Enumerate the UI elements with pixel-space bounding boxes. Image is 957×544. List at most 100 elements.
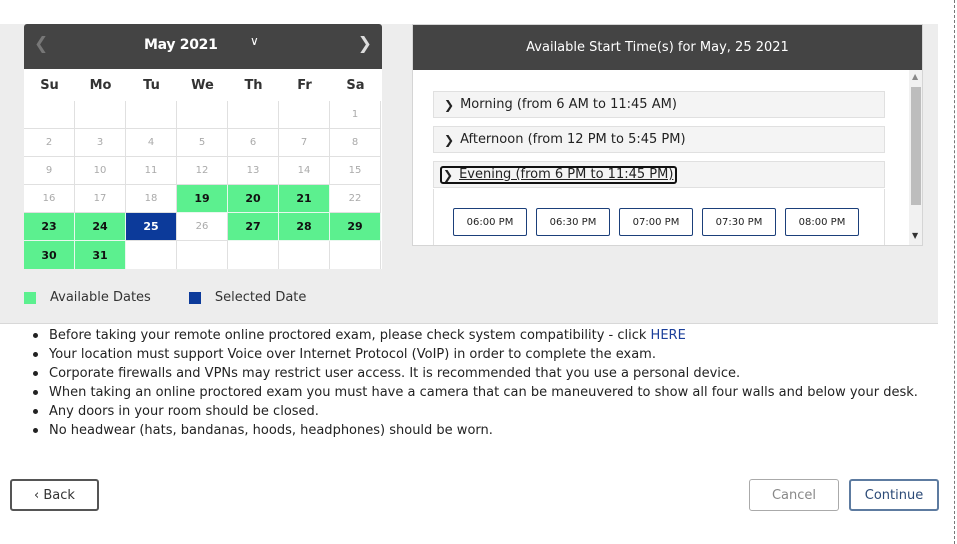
- calendar-grid: Su Mo Tu We Th Fr Sa 1 2 3 4 5 6 7 8 9 10 11 12 13 14 15 16 17…: [24, 69, 382, 269]
- page-border-dashed: [954, 0, 955, 544]
- accordion-evening[interactable]: ❯ Evening (from 6 PM to 11:45 PM): [433, 161, 885, 188]
- calendar-week: 1: [24, 101, 382, 129]
- cancel-button[interactable]: Cancel: [749, 479, 839, 511]
- chevron-right-icon: ❯: [444, 97, 455, 112]
- calendar-day[interactable]: 25: [126, 213, 177, 241]
- note-text: Before taking your remote online proctor…: [49, 328, 647, 343]
- calendar-day[interactable]: 21: [279, 185, 330, 213]
- time-slot-button[interactable]: 08:00 PM: [785, 208, 859, 236]
- time-slot-button[interactable]: 06:30 PM: [536, 208, 610, 236]
- selected-swatch: [188, 291, 201, 304]
- calendar-day: 3: [75, 129, 126, 157]
- calendar-day[interactable]: 27: [228, 213, 279, 241]
- calendar-day: 1: [330, 101, 381, 129]
- weekday-row: Su Mo Tu We Th Fr Sa: [24, 69, 382, 101]
- weekday-label: Sa: [346, 77, 365, 93]
- weekday-label: Th: [244, 77, 263, 93]
- calendar-empty-cell: [177, 241, 228, 269]
- list-item: Before taking your remote online proctor…: [30, 326, 918, 345]
- calendar-day: 16: [24, 185, 75, 213]
- time-panel: Available Start Time(s) for May, 25 2021…: [412, 24, 923, 246]
- accordion-evening-label: Evening (from 6 PM to 11:45 PM): [459, 167, 674, 182]
- calendar-day[interactable]: 23: [24, 213, 75, 241]
- calendar-day[interactable]: 24: [75, 213, 126, 241]
- calendar-weeks: 1 2 3 4 5 6 7 8 9 10 11 12 13 14 15 16 17 18 19 20 21 22 23 24 2…: [24, 101, 382, 269]
- calendar-day: 6: [228, 129, 279, 157]
- calendar-empty-cell: [228, 101, 279, 129]
- available-swatch: [24, 291, 36, 304]
- weekday-label: Mo: [89, 77, 112, 93]
- calendar-day: 15: [330, 157, 381, 185]
- calendar-day[interactable]: 20: [228, 185, 279, 213]
- scroll-down-icon[interactable]: ▼: [912, 231, 918, 240]
- weekday-label: We: [191, 77, 214, 93]
- weekday-label: Fr: [297, 77, 312, 93]
- accordion-afternoon-label: Afternoon (from 12 PM to 5:45 PM): [460, 132, 686, 147]
- calendar-week: 2345678: [24, 129, 382, 157]
- accordion-morning[interactable]: ❯ Morning (from 6 AM to 11:45 AM): [433, 91, 885, 118]
- list-item: No headwear (hats, bandanas, hoods, head…: [30, 421, 918, 440]
- time-slot-button[interactable]: 06:00 PM: [453, 208, 527, 236]
- legend: Available Dates Selected Date: [24, 290, 306, 305]
- calendar-day: 7: [279, 129, 330, 157]
- calendar-day[interactable]: 28: [279, 213, 330, 241]
- scroll-up-icon[interactable]: ▲: [912, 72, 918, 81]
- calendar-day: 14: [279, 157, 330, 185]
- calendar-day: 12: [177, 157, 228, 185]
- calendar-empty-cell: [75, 101, 126, 129]
- legend-selected-label: Selected Date: [214, 290, 307, 305]
- list-item: When taking an online proctored exam you…: [30, 383, 918, 402]
- calendar-day: 18: [126, 185, 177, 213]
- calendar-day: 5: [177, 129, 228, 157]
- accordion-morning-label: Morning (from 6 AM to 11:45 AM): [460, 97, 677, 112]
- calendar-day[interactable]: 19: [177, 185, 228, 213]
- weekday-label: Tu: [143, 77, 160, 93]
- calendar-day: 22: [330, 185, 381, 213]
- continue-button[interactable]: Continue: [849, 479, 939, 511]
- scrollbar[interactable]: ▲ ▼: [909, 70, 922, 245]
- chevron-down-icon[interactable]: ∨: [250, 34, 259, 48]
- back-button[interactable]: ‹ Back: [10, 479, 99, 511]
- requirements-list: Before taking your remote online proctor…: [30, 326, 918, 440]
- calendar-day[interactable]: 30: [24, 241, 75, 269]
- time-slot-button[interactable]: 07:00 PM: [619, 208, 693, 236]
- accordion-evening-focus: ❯ Evening (from 6 PM to 11:45 PM): [440, 165, 678, 184]
- calendar-empty-cell: [126, 241, 177, 269]
- calendar-day[interactable]: 31: [75, 241, 126, 269]
- chevron-left-icon[interactable]: ❮: [34, 34, 48, 54]
- calendar-day: 17: [75, 185, 126, 213]
- accordion-afternoon[interactable]: ❯ Afternoon (from 12 PM to 5:45 PM): [433, 126, 885, 153]
- calendar-empty-cell: [279, 241, 330, 269]
- calendar-week: 16 17 18 19 20 21 22: [24, 185, 382, 213]
- list-item: Corporate firewalls and VPNs may restric…: [30, 364, 918, 383]
- calendar-week: 30 31: [24, 241, 382, 269]
- calendar-day: 2: [24, 129, 75, 157]
- calendar-header: ❮ May 2021 ∨ ❯: [24, 24, 382, 69]
- legend-available-label: Available Dates: [50, 290, 151, 305]
- chevron-right-icon: ❯: [444, 132, 455, 147]
- calendar-day: 26: [177, 213, 228, 241]
- calendar-day: 10: [75, 157, 126, 185]
- calendar-day: 8: [330, 129, 381, 157]
- chevron-right-icon[interactable]: ❯: [358, 34, 372, 54]
- time-slot-button[interactable]: 07:30 PM: [702, 208, 776, 236]
- calendar-day: 9: [24, 157, 75, 185]
- scrollbar-thumb[interactable]: [911, 87, 921, 205]
- calendar-empty-cell: [126, 101, 177, 129]
- calendar-day: 4: [126, 129, 177, 157]
- calendar-empty-cell: [279, 101, 330, 129]
- calendar-day[interactable]: 29: [330, 213, 381, 241]
- list-item: Your location must support Voice over In…: [30, 345, 918, 364]
- calendar-week: 23 24 25 26 27 28 29: [24, 213, 382, 241]
- list-item: Any doors in your room should be closed.: [30, 402, 918, 421]
- chevron-right-icon: ❯: [443, 167, 454, 182]
- calendar-empty-cell: [228, 241, 279, 269]
- calendar-day: 13: [228, 157, 279, 185]
- calendar-week: 9 10 11 12 13 14 15: [24, 157, 382, 185]
- time-panel-title: Available Start Time(s) for May, 25 2021: [413, 25, 922, 70]
- calendar-empty-cell: [24, 101, 75, 129]
- calendar-empty-cell: [330, 241, 381, 269]
- month-label: May 2021: [144, 37, 218, 53]
- compatibility-link[interactable]: HERE: [651, 328, 686, 343]
- calendar-day: 11: [126, 157, 177, 185]
